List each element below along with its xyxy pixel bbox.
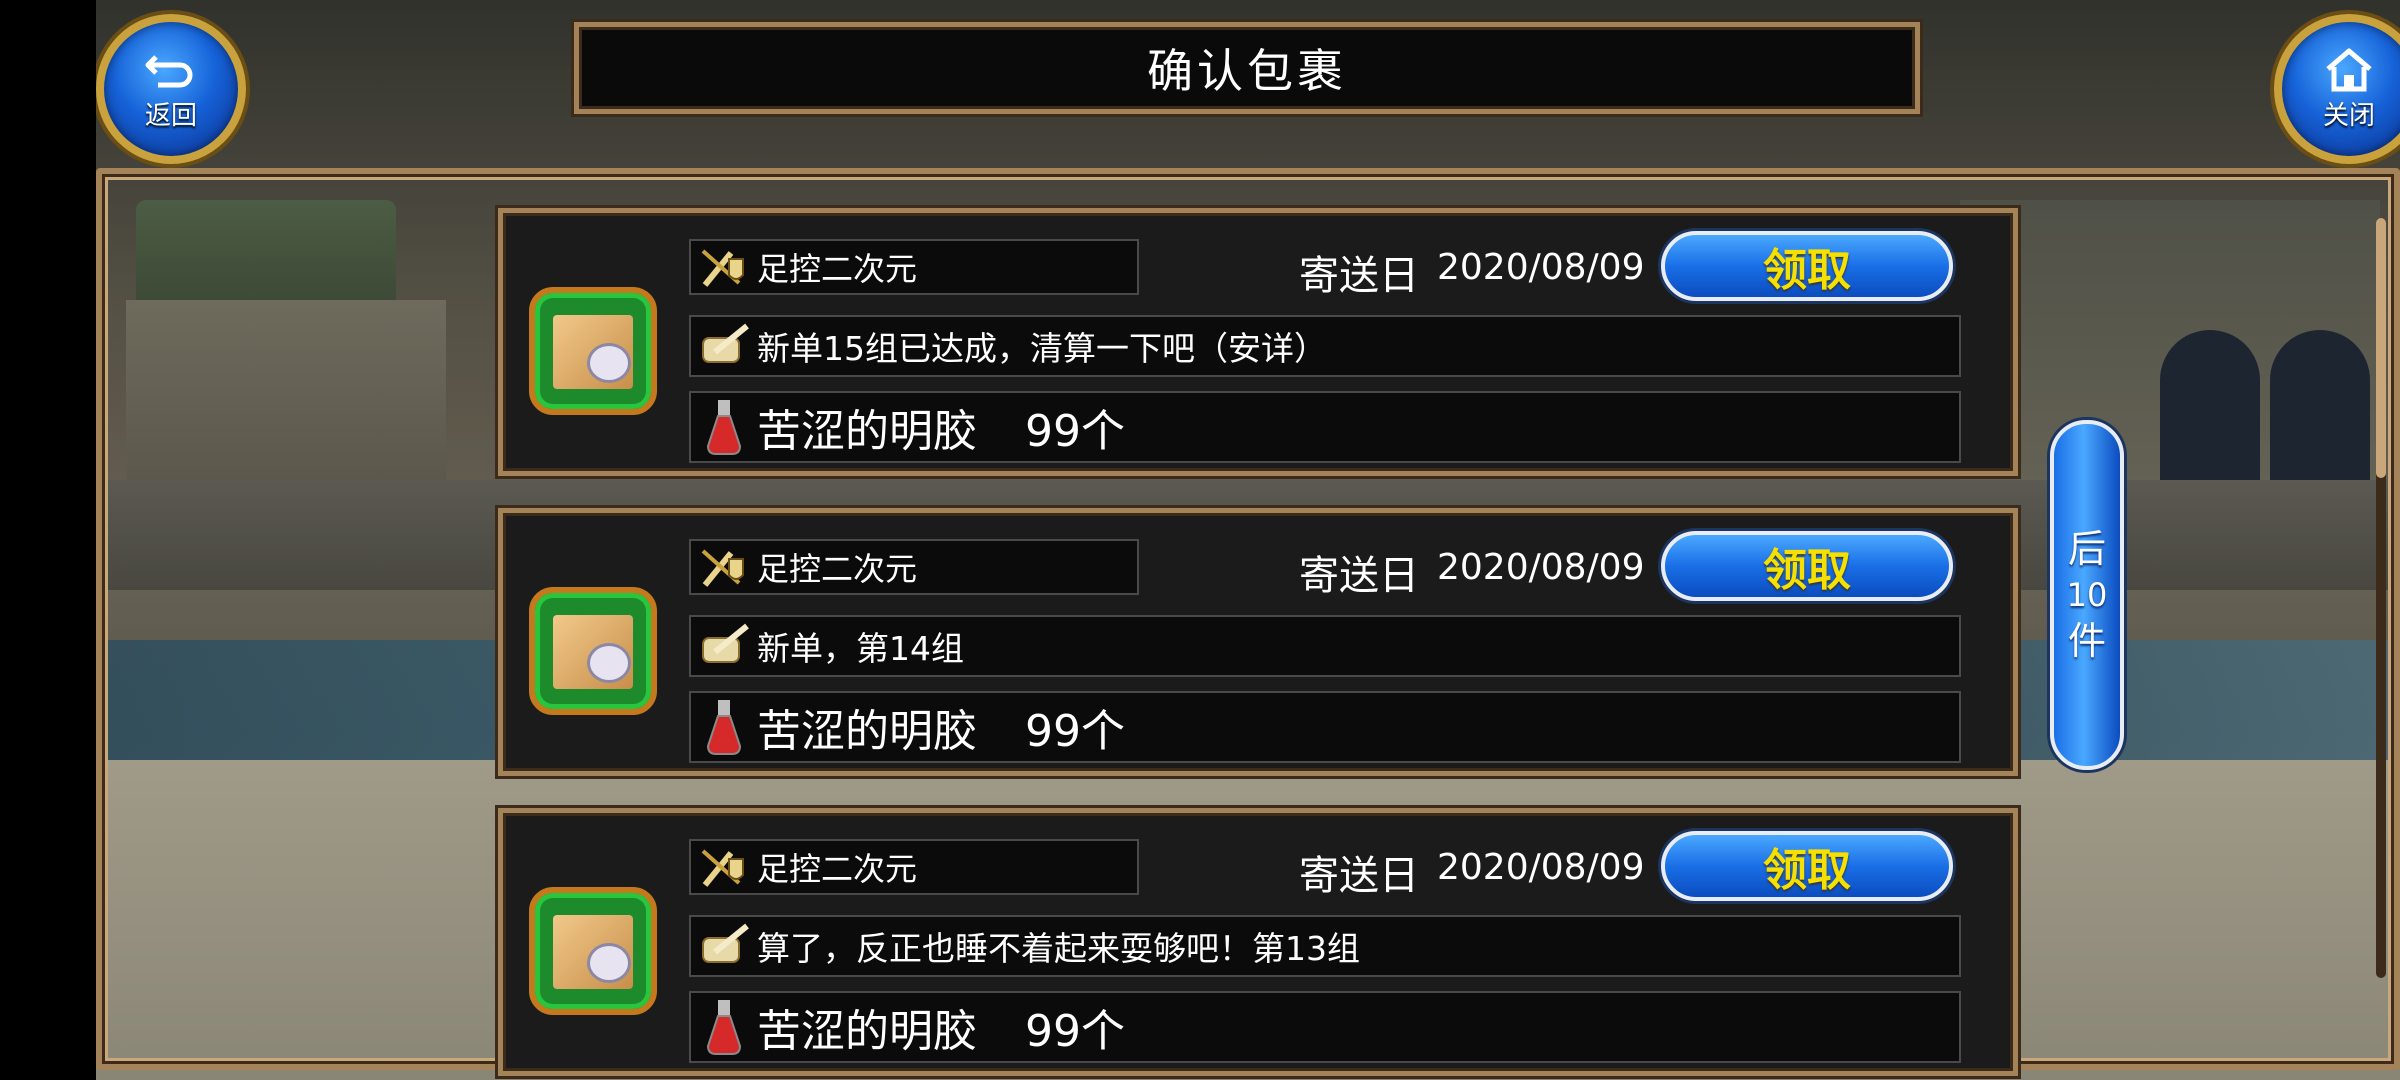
attachment-field: 苦涩的明胶 99个	[689, 391, 1961, 463]
package-box-icon	[529, 287, 657, 415]
message-field: 新单，第14组	[689, 615, 1961, 677]
message-text: 新单15组已达成，清算一下吧（安详）	[757, 329, 1327, 368]
next-page-label-bottom: 件	[2067, 619, 2106, 663]
sword-shield-icon	[691, 241, 757, 293]
date-label: 寄送日	[1299, 553, 1419, 599]
sword-shield-icon	[691, 541, 757, 593]
claim-label: 领取	[1763, 245, 1851, 296]
sender-field: 足控二次元	[689, 839, 1139, 895]
scrollbar-thumb[interactable]	[2376, 218, 2386, 478]
back-label: 返回	[144, 100, 197, 131]
claim-button[interactable]: 领取	[1661, 531, 1953, 601]
claim-label: 领取	[1763, 845, 1851, 896]
title-bar: 确认包裹	[574, 22, 1920, 114]
potion-flask-icon	[691, 993, 757, 1061]
date-label: 寄送日	[1299, 853, 1419, 899]
scroll-quill-icon	[691, 917, 757, 975]
attachment-field: 苦涩的明胶 99个	[689, 691, 1961, 763]
scroll-quill-icon	[691, 317, 757, 375]
mail-item: 足控二次元 寄送日 2020/08/09 领取 算了，反正也睡不着起来耍够吧！第…	[498, 808, 2018, 1076]
claim-button[interactable]: 领取	[1661, 831, 1953, 901]
date-label: 寄送日	[1299, 253, 1419, 299]
sender-field: 足控二次元	[689, 239, 1139, 295]
back-arrow-icon	[145, 54, 193, 87]
home-icon	[2326, 48, 2372, 91]
package-box-icon	[529, 887, 657, 1015]
next-page-label-top: 后	[2067, 527, 2106, 571]
potion-flask-icon	[691, 393, 757, 461]
close-label: 关闭	[2322, 100, 2375, 131]
item-quantity: 99个	[1025, 406, 1125, 457]
sender-name: 足控二次元	[757, 850, 918, 888]
item-name: 苦涩的明胶	[757, 706, 977, 757]
next-page-count: 10	[2066, 576, 2108, 614]
back-button[interactable]: 返回	[96, 14, 246, 164]
sender-name: 足控二次元	[757, 250, 918, 288]
scroll-quill-icon	[691, 617, 757, 675]
send-date: 2020/08/09	[1437, 247, 1645, 288]
mail-item: 足控二次元 寄送日 2020/08/09 领取 新单15组已达成，清算一下吧（安…	[498, 208, 2018, 476]
item-quantity: 99个	[1025, 1006, 1125, 1057]
item-name: 苦涩的明胶	[757, 406, 977, 457]
sender-field: 足控二次元	[689, 539, 1139, 595]
page-title: 确认包裹	[1147, 44, 1347, 98]
package-box-icon	[529, 587, 657, 715]
send-date: 2020/08/09	[1437, 547, 1645, 588]
item-name: 苦涩的明胶	[757, 1006, 977, 1057]
send-date: 2020/08/09	[1437, 847, 1645, 888]
message-text: 算了，反正也睡不着起来耍够吧！第13组	[757, 929, 1360, 968]
item-quantity: 99个	[1025, 706, 1125, 757]
message-text: 新单，第14组	[757, 629, 964, 668]
message-field: 算了，反正也睡不着起来耍够吧！第13组	[689, 915, 1961, 977]
sword-shield-icon	[691, 841, 757, 893]
sender-name: 足控二次元	[757, 550, 918, 588]
attachment-field: 苦涩的明胶 99个	[689, 991, 1961, 1063]
next-page-button[interactable]: 后 10 件	[2050, 420, 2124, 770]
claim-button[interactable]: 领取	[1661, 231, 1953, 301]
claim-label: 领取	[1763, 545, 1851, 596]
close-button[interactable]: 关闭	[2274, 14, 2400, 164]
mail-item: 足控二次元 寄送日 2020/08/09 领取 新单，第14组 苦涩的明胶 99…	[498, 508, 2018, 776]
message-field: 新单15组已达成，清算一下吧（安详）	[689, 315, 1961, 377]
potion-flask-icon	[691, 693, 757, 761]
game-scene: 确认包裹 返回 关闭 足控二次元 寄送日 2020/08/09 领取 新单15组…	[96, 0, 2400, 1080]
